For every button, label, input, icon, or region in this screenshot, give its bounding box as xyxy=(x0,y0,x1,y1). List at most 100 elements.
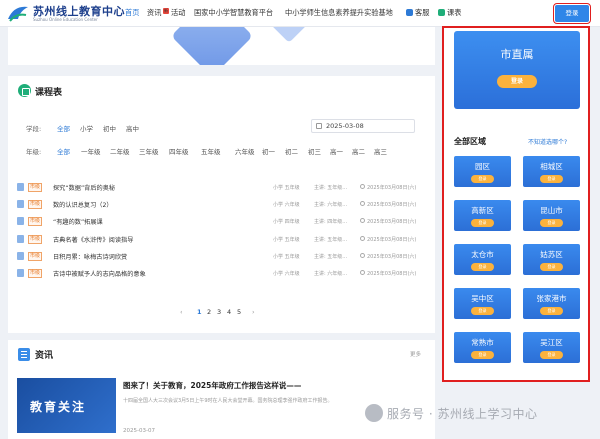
district-name: 太仓市 xyxy=(471,250,494,259)
grade-option[interactable]: 三年级 xyxy=(139,146,159,156)
grade-option[interactable]: 初三 xyxy=(308,146,321,156)
course-title[interactable]: “有趣的数”拓展课 xyxy=(53,217,103,226)
grade-option[interactable]: 高一 xyxy=(330,146,343,156)
district-card[interactable]: 昆山市 登录 xyxy=(523,200,580,231)
course-speaker: 主讲: 四年级... xyxy=(314,219,348,226)
logo-icon[interactable] xyxy=(6,3,30,23)
grade-option[interactable]: 六年级 xyxy=(235,146,255,156)
course-date: 2025年03月08日(六) xyxy=(367,202,417,209)
course-title[interactable]: 数的认识总复习（2） xyxy=(53,200,113,209)
district-card[interactable]: 相城区 登录 xyxy=(523,156,580,187)
region-heading: 全部区域 xyxy=(454,137,486,146)
grade-option[interactable]: 高二 xyxy=(352,146,365,156)
grade-option[interactable]: 高三 xyxy=(374,146,387,156)
district-card[interactable]: 姑苏区 登录 xyxy=(523,244,580,275)
district-name: 姑苏区 xyxy=(540,250,563,259)
course-title[interactable]: 日积月累：咏梅古诗词欣赏 xyxy=(53,252,127,261)
stage-option[interactable]: 初中 xyxy=(103,123,116,133)
page-button[interactable]: 3 xyxy=(217,308,221,316)
login-button[interactable]: 登录 xyxy=(553,3,591,24)
clock-icon xyxy=(360,184,365,189)
next-page-button[interactable]: › xyxy=(252,308,255,316)
district-name: 张家港市 xyxy=(536,294,567,303)
level-tag: 市级 xyxy=(28,200,43,210)
course-grade: 小学 五年级 xyxy=(273,236,300,243)
course-row[interactable]: 市级 古典名著《水浒传》阅读指导 小学 五年级 主讲: 五年级... 2025年03月0… xyxy=(17,233,427,246)
video-icon xyxy=(17,183,24,191)
district-card[interactable]: 吴中区 登录 xyxy=(454,288,511,319)
video-icon xyxy=(17,200,24,209)
clock-icon xyxy=(360,201,365,207)
nav-service[interactable]: 客服 xyxy=(406,8,429,18)
district-name: 吴中区 xyxy=(471,294,494,303)
district-card[interactable]: 高新区 登录 xyxy=(454,200,511,231)
course-row[interactable]: 市级 古诗中被赋予人的志向品格的意象 小学 六年级 主讲: 六年级... 2025年03… xyxy=(17,267,427,280)
course-title[interactable]: 探究“数据”背后的奥秘 xyxy=(53,183,115,192)
district-login-button[interactable]: 登录 xyxy=(540,263,563,271)
district-login-button[interactable]: 登录 xyxy=(540,175,563,183)
nav-home[interactable]: 首页 xyxy=(125,8,139,18)
course-row[interactable]: 市级 探究“数据”背后的奥秘 小学 五年级 主讲: 五年级... 2025年03月08日… xyxy=(17,181,427,194)
district-login-button[interactable]: 登录 xyxy=(540,307,563,315)
course-row[interactable]: 市级 日积月累：咏梅古诗词欣赏 小学 五年级 主讲: 五年级... 2025年03月08… xyxy=(17,250,427,263)
district-login-button[interactable]: 登录 xyxy=(540,219,563,227)
district-login-button[interactable]: 登录 xyxy=(471,263,494,271)
article-date: 2025-03-07 xyxy=(123,428,155,434)
district-name: 园区 xyxy=(475,162,490,171)
grade-option[interactable]: 一年级 xyxy=(81,146,101,156)
grade-option[interactable]: 二年级 xyxy=(110,146,130,156)
city-direct-card[interactable]: 市直属 登录 xyxy=(454,31,580,109)
clock-icon xyxy=(360,218,365,224)
stage-filter-label: 学段: xyxy=(26,125,42,133)
course-title[interactable]: 古典名著《水浒传》阅读指导 xyxy=(53,235,133,244)
district-card[interactable]: 太仓市 登录 xyxy=(454,244,511,275)
course-grade: 小学 六年级 xyxy=(273,271,300,277)
calendar-icon xyxy=(316,123,322,129)
prev-page-button[interactable]: ‹ xyxy=(180,308,183,316)
nav-news[interactable]: 资讯 xyxy=(147,8,161,18)
city-direct-login-button[interactable]: 登录 xyxy=(497,75,537,88)
stage-option[interactable]: 小学 xyxy=(80,123,93,133)
course-date: 2025年03月08日(六) xyxy=(367,236,417,243)
grade-option[interactable]: 五年级 xyxy=(201,146,221,156)
page-button[interactable]: 1 xyxy=(197,308,202,316)
wechat-logo-icon xyxy=(365,404,383,422)
course-row[interactable]: 市级 数的认识总复习（2） 小学 六年级 主讲: 六年级... 2025年03月08日(… xyxy=(17,198,427,211)
level-tag: 市级 xyxy=(28,217,43,227)
region-help-link[interactable]: 不知道选哪个? xyxy=(528,137,567,146)
nav-national-platform[interactable]: 国家中小学智慧教育平台 xyxy=(194,8,273,18)
grade-option[interactable]: 初二 xyxy=(285,146,298,156)
district-login-button[interactable]: 登录 xyxy=(471,307,494,315)
page-button[interactable]: 5 xyxy=(237,308,241,316)
grade-option[interactable]: 四年级 xyxy=(169,146,189,156)
district-card[interactable]: 张家港市 登录 xyxy=(523,288,580,319)
stage-option[interactable]: 高中 xyxy=(126,123,139,133)
course-speaker: 主讲: 五年级... xyxy=(314,253,348,260)
district-card[interactable]: 吴江区 登录 xyxy=(523,332,580,363)
watermark-text: 服务号 · 苏州线上学习中心 xyxy=(387,407,538,421)
article-title[interactable]: 图来了！关于教育，2025年政府工作报告这样说—— xyxy=(123,380,301,391)
district-card[interactable]: 园区 登录 xyxy=(454,156,511,187)
login-region-panel: 市直属 登录 全部区域 不知道选哪个? 园区 登录 相城区 登录 高新区 登录 昆山市 登录太… xyxy=(442,26,590,382)
nav-activity[interactable]: 活动 xyxy=(171,8,185,18)
district-login-button[interactable]: 登录 xyxy=(471,175,494,183)
district-name: 吴江区 xyxy=(540,338,563,347)
district-card[interactable]: 常熟市 登录 xyxy=(454,332,511,363)
news-more-link[interactable]: 更多 xyxy=(410,350,421,358)
grade-option[interactable]: 初一 xyxy=(262,146,275,156)
course-title[interactable]: 古诗中被赋予人的志向品格的意象 xyxy=(53,269,146,278)
news-thumbnail[interactable]: 教育关注 xyxy=(17,378,116,433)
stage-option[interactable]: 全部 xyxy=(57,123,70,133)
nav-literacy-base[interactable]: 中小学师生信息素养提升实验基地 xyxy=(285,8,393,18)
district-login-button[interactable]: 登录 xyxy=(471,219,494,227)
page-button[interactable]: 4 xyxy=(227,308,231,316)
district-login-button[interactable]: 登录 xyxy=(471,351,494,359)
date-picker[interactable]: 2025-03-08 xyxy=(311,119,415,133)
top-banner[interactable] xyxy=(8,27,435,65)
grade-option[interactable]: 全部 xyxy=(57,146,70,156)
nav-schedule[interactable]: 课表 xyxy=(438,8,461,18)
district-login-button[interactable]: 登录 xyxy=(540,351,563,359)
page-button[interactable]: 2 xyxy=(207,308,211,316)
course-row[interactable]: 市级 “有趣的数”拓展课 小学 四年级 主讲: 四年级... 2025年03月08日(六… xyxy=(17,215,427,228)
video-icon xyxy=(17,234,24,243)
